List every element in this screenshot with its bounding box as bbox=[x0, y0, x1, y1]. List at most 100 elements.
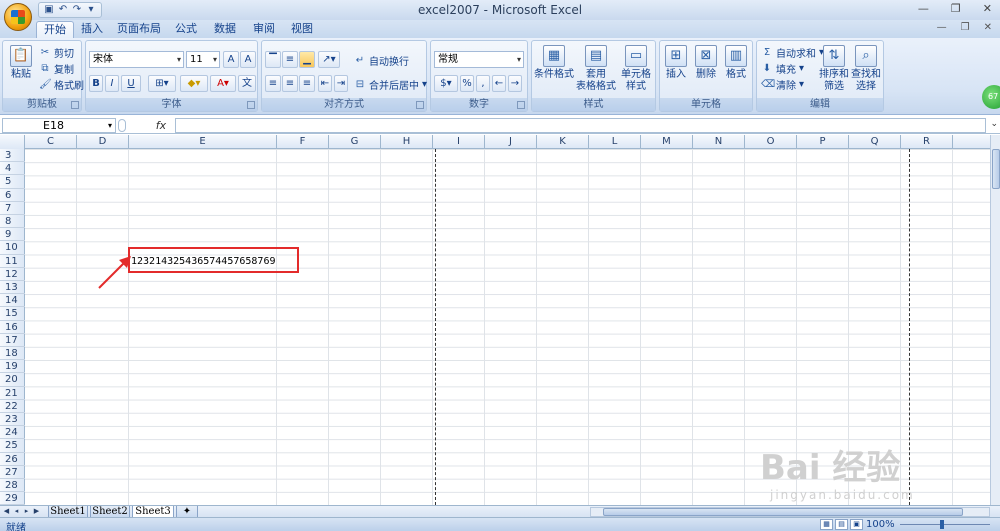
orientation-button[interactable]: ↗▾ bbox=[318, 51, 340, 68]
normal-view-icon[interactable]: ▦ bbox=[820, 519, 833, 530]
row-header-27[interactable]: 27 bbox=[0, 466, 25, 479]
tab-data[interactable]: 数据 bbox=[209, 21, 241, 38]
column-header-h[interactable]: H bbox=[381, 135, 433, 149]
row-header-23[interactable]: 23 bbox=[0, 413, 25, 427]
horizontal-scrollbar[interactable] bbox=[590, 507, 990, 517]
formula-input[interactable] bbox=[175, 118, 986, 133]
column-header-n[interactable]: N bbox=[693, 135, 745, 149]
restore-icon[interactable]: ❐ bbox=[951, 2, 961, 15]
column-header-f[interactable]: F bbox=[277, 135, 329, 149]
vertical-scrollbar[interactable] bbox=[990, 135, 1000, 505]
row-header-28[interactable]: 28 bbox=[0, 479, 25, 493]
increase-decimal-button[interactable]: ← bbox=[492, 75, 506, 92]
font-size-select[interactable]: 11 ▾ bbox=[186, 51, 220, 68]
column-header-p[interactable]: P bbox=[797, 135, 849, 149]
conditional-format-button[interactable]: ▦ 条件格式 bbox=[534, 45, 574, 81]
underline-button[interactable]: U bbox=[121, 75, 141, 92]
clipboard-launcher-icon[interactable] bbox=[71, 101, 79, 109]
align-top-button[interactable]: ▔ bbox=[265, 51, 281, 68]
select-all-corner[interactable] bbox=[0, 135, 25, 149]
cell-styles-button[interactable]: ▭ 单元格 样式 bbox=[618, 45, 654, 93]
zoom-slider[interactable] bbox=[900, 520, 990, 529]
wrap-text-button[interactable]: ↵ 自动换行 bbox=[354, 53, 409, 69]
accounting-format-button[interactable]: $▾ bbox=[434, 75, 458, 92]
decrease-decimal-button[interactable]: → bbox=[508, 75, 522, 92]
column-header-m[interactable]: M bbox=[641, 135, 693, 149]
tab-formulas[interactable]: 公式 bbox=[170, 21, 202, 38]
prev-sheet-icon[interactable]: ◂ bbox=[12, 506, 21, 517]
vscroll-thumb[interactable] bbox=[992, 149, 1000, 189]
expand-formula-icon[interactable]: ⌄ bbox=[990, 119, 998, 129]
column-header-c[interactable]: C bbox=[25, 135, 77, 149]
phonetic-button[interactable]: 文 bbox=[238, 75, 256, 92]
row-header-9[interactable]: 9 bbox=[0, 228, 25, 242]
row-header-7[interactable]: 7 bbox=[0, 202, 25, 215]
zoom-level[interactable]: 100% bbox=[866, 519, 895, 530]
align-right-button[interactable]: ≡ bbox=[299, 75, 315, 92]
name-box[interactable]: E18 ▾ bbox=[2, 118, 116, 133]
align-bottom-button[interactable]: ▁ bbox=[299, 51, 315, 68]
row-header-20[interactable]: 20 bbox=[0, 373, 25, 387]
borders-button[interactable]: ⊞▾ bbox=[148, 75, 176, 92]
format-cells-button[interactable]: ▥ 格式 bbox=[722, 45, 750, 81]
row-header-11[interactable]: 11 bbox=[0, 255, 25, 268]
fill-color-button[interactable]: ◆▾ bbox=[180, 75, 208, 92]
tab-view[interactable]: 视图 bbox=[286, 21, 318, 38]
row-header-13[interactable]: 13 bbox=[0, 281, 25, 295]
row-header-29[interactable]: 29 bbox=[0, 492, 25, 505]
row-header-15[interactable]: 15 bbox=[0, 307, 25, 321]
row-header-16[interactable]: 16 bbox=[0, 321, 25, 334]
paste-button[interactable]: 📋 粘贴 bbox=[7, 45, 35, 81]
row-header-21[interactable]: 21 bbox=[0, 387, 25, 400]
row-header-26[interactable]: 26 bbox=[0, 453, 25, 466]
insert-function-icon[interactable]: fx bbox=[150, 118, 172, 133]
delete-cells-button[interactable]: ⊠ 删除 bbox=[692, 45, 720, 81]
column-header-q[interactable]: Q bbox=[849, 135, 901, 149]
hscroll-thumb[interactable] bbox=[603, 508, 963, 516]
office-button[interactable] bbox=[4, 3, 32, 31]
row-header-14[interactable]: 14 bbox=[0, 294, 25, 308]
align-left-button[interactable]: ≡ bbox=[265, 75, 281, 92]
tab-page-layout[interactable]: 页面布局 bbox=[114, 21, 164, 38]
sort-filter-button[interactable]: ⇅ 排序和 筛选 bbox=[819, 45, 849, 93]
decrease-indent-button[interactable]: ⇤ bbox=[318, 75, 332, 92]
wb-close-icon[interactable]: ✕ bbox=[984, 22, 992, 33]
row-header-4[interactable]: 4 bbox=[0, 162, 25, 176]
align-center-button[interactable]: ≡ bbox=[282, 75, 298, 92]
column-header-e[interactable]: E bbox=[129, 135, 277, 149]
row-header-6[interactable]: 6 bbox=[0, 189, 25, 202]
grow-font-button[interactable]: A bbox=[223, 51, 239, 68]
row-header-18[interactable]: 18 bbox=[0, 347, 25, 361]
row-header-5[interactable]: 5 bbox=[0, 175, 25, 189]
number-launcher-icon[interactable] bbox=[517, 101, 525, 109]
font-family-select[interactable]: 宋体 ▾ bbox=[89, 51, 184, 68]
tab-insert[interactable]: 插入 bbox=[76, 21, 108, 38]
alignment-launcher-icon[interactable] bbox=[416, 101, 424, 109]
clear-button[interactable]: ⌫ 清除 ▾ bbox=[761, 77, 804, 93]
merge-center-button[interactable]: ⊟ 合并后居中 ▾ bbox=[354, 77, 427, 93]
column-header-k[interactable]: K bbox=[537, 135, 589, 149]
format-as-table-button[interactable]: ▤ 套用 表格格式 bbox=[574, 45, 618, 93]
row-header-22[interactable]: 22 bbox=[0, 400, 25, 413]
wb-minimize-icon[interactable]: — bbox=[937, 22, 947, 33]
row-header-3[interactable]: 3 bbox=[0, 149, 25, 163]
autosum-button[interactable]: Σ 自动求和 ▾ bbox=[761, 45, 824, 61]
increase-indent-button[interactable]: ⇥ bbox=[334, 75, 348, 92]
column-header-d[interactable]: D bbox=[77, 135, 129, 149]
find-select-button[interactable]: ⌕ 查找和 选择 bbox=[851, 45, 881, 93]
row-header-24[interactable]: 24 bbox=[0, 426, 25, 440]
page-layout-view-icon[interactable]: ▤ bbox=[835, 519, 848, 530]
italic-button[interactable]: I bbox=[105, 75, 119, 92]
row-header-17[interactable]: 17 bbox=[0, 334, 25, 347]
column-header-l[interactable]: L bbox=[589, 135, 641, 149]
last-sheet-icon[interactable]: ▶ bbox=[32, 506, 41, 517]
cells-area[interactable] bbox=[25, 149, 990, 505]
first-sheet-icon[interactable]: ◀ bbox=[2, 506, 11, 517]
number-format-select[interactable]: 常规 ▾ bbox=[434, 51, 524, 68]
badge-circle[interactable]: 67 bbox=[982, 85, 1000, 109]
column-header-i[interactable]: I bbox=[433, 135, 485, 149]
fill-button[interactable]: ⬇ 填充 ▾ bbox=[761, 61, 804, 77]
shrink-font-button[interactable]: A bbox=[240, 51, 256, 68]
row-header-19[interactable]: 19 bbox=[0, 360, 25, 374]
bold-button[interactable]: B bbox=[89, 75, 103, 92]
